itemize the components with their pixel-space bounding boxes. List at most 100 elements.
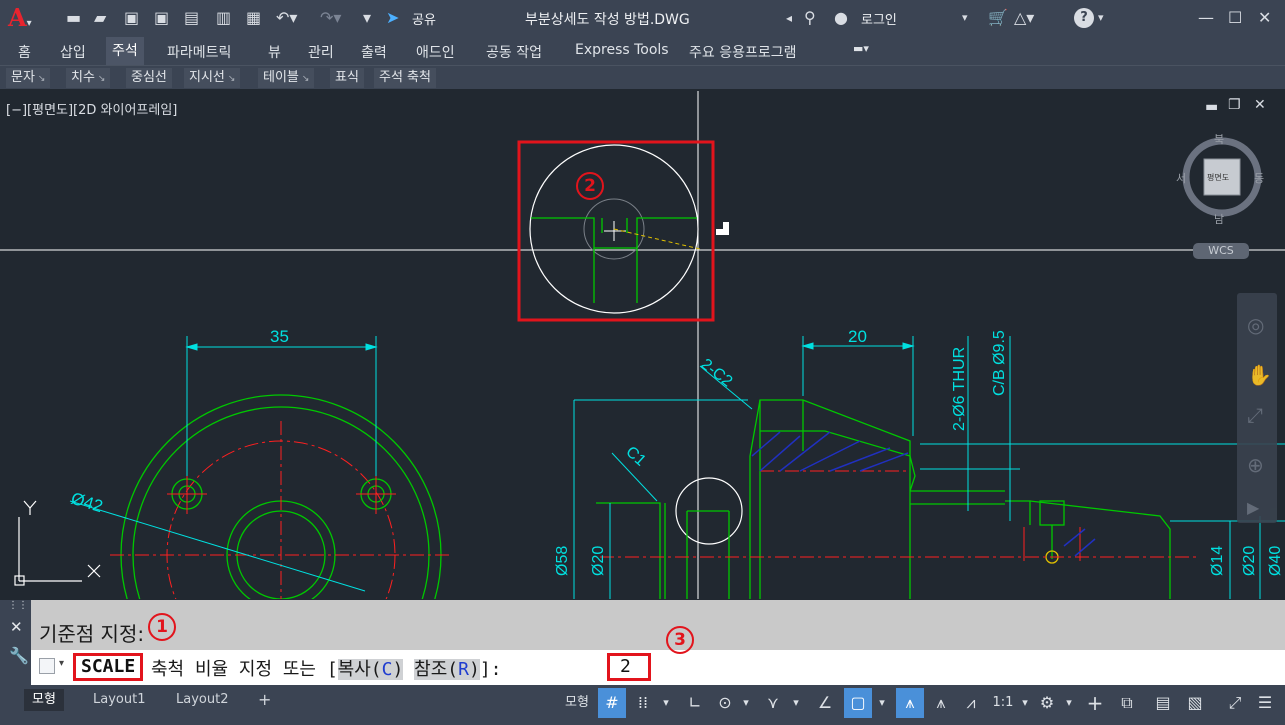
share-label[interactable]: 공유: [412, 9, 436, 28]
panel-tables[interactable]: 테이블 ↘: [258, 68, 315, 88]
navigation-bar[interactable]: ◎ ✋ ⤢ ⊕ ▶: [1237, 293, 1277, 523]
workspace-dropdown-icon[interactable]: ▾: [1062, 688, 1076, 718]
clean-screen-icon[interactable]: ▧: [1182, 688, 1208, 718]
isodraft-dropdown-icon[interactable]: ▾: [788, 688, 804, 718]
grid-icon[interactable]: #: [598, 688, 626, 718]
search-expand-icon[interactable]: ◂: [786, 8, 792, 28]
tab-express-tools[interactable]: Express Tools: [575, 42, 669, 58]
tab-insert[interactable]: 삽입: [60, 42, 86, 62]
fullscreen-icon[interactable]: ⤢: [1222, 688, 1248, 718]
annotation-scale-icon[interactable]: ⩘: [958, 688, 984, 718]
panel-text-expand-icon[interactable]: ↘: [38, 74, 46, 84]
object-snap-tracking-icon[interactable]: ∠: [812, 688, 838, 718]
tab-output[interactable]: 출력: [361, 42, 387, 62]
panel-dimensions-expand-icon[interactable]: ↘: [98, 74, 106, 84]
help-icon[interactable]: ?: [1074, 8, 1094, 28]
snap-icon[interactable]: ⁞⁞: [630, 688, 656, 718]
object-snap-icon[interactable]: ▢: [844, 688, 872, 718]
panel-leaders-expand-icon[interactable]: ↘: [228, 74, 236, 84]
tab-view[interactable]: 뷰: [268, 42, 281, 62]
drawing-canvas[interactable]: 35 Ø42 20 2-C2 C1 2-Ø6 THUR C/B Ø9.5 Ø58…: [0, 91, 1285, 599]
tab-addins[interactable]: 애드인: [416, 42, 455, 62]
showmotion-icon[interactable]: ▶: [1247, 498, 1259, 517]
help-dropdown-icon[interactable]: ▾: [1098, 8, 1104, 28]
ortho-icon[interactable]: ∟: [682, 688, 708, 718]
autodesk-a360-icon[interactable]: △▾: [1014, 8, 1034, 28]
print-icon[interactable]: ▦: [246, 8, 261, 28]
pan-hand-icon[interactable]: ✋: [1247, 363, 1272, 387]
tab-manage[interactable]: 관리: [308, 42, 334, 62]
isodraft-icon[interactable]: ⋎: [760, 688, 786, 718]
snap-dropdown-icon[interactable]: ▾: [658, 688, 674, 718]
recent-commands-dropdown-icon[interactable]: ▾: [59, 658, 64, 669]
viewport-close-icon[interactable]: ✕: [1254, 97, 1266, 113]
command-input[interactable]: ▾ SCALE 축척 비율 지정 또는 [복사(C) 참조(R)]: 2: [31, 650, 1285, 685]
export-icon[interactable]: ▥: [216, 8, 231, 28]
viewcube-north[interactable]: 북: [1214, 131, 1224, 147]
scale-factor-input[interactable]: 2: [607, 653, 651, 681]
steering-wheel-icon[interactable]: ◎: [1247, 313, 1264, 337]
viewcube-west[interactable]: 서: [1176, 170, 1186, 186]
tab-layout1[interactable]: Layout1: [85, 689, 153, 711]
workspace-gear-icon[interactable]: ⚙: [1034, 688, 1060, 718]
zoom-extents-icon[interactable]: ⤢: [1247, 403, 1263, 427]
login-button[interactable]: 로그인: [861, 9, 897, 28]
viewcube-south[interactable]: 남: [1214, 211, 1224, 227]
cad-drawing[interactable]: 35 Ø42 20 2-C2 C1 2-Ø6 THUR C/B Ø9.5 Ø58…: [0, 91, 1285, 599]
new-file-icon[interactable]: ▬: [66, 8, 81, 28]
tab-home[interactable]: 홈: [18, 42, 31, 62]
viewcube-east[interactable]: 동: [1254, 170, 1264, 186]
minimize-icon[interactable]: —: [1198, 8, 1214, 28]
close-icon[interactable]: ✕: [1258, 8, 1271, 28]
web-icon[interactable]: ▤: [184, 8, 199, 28]
orbit-icon[interactable]: ⊕: [1247, 453, 1264, 477]
viewport-controls[interactable]: [−][평면도][2D 와이어프레임]: [6, 99, 177, 118]
command-close-icon[interactable]: ✕: [10, 618, 23, 636]
search-icon[interactable]: ⚲: [804, 8, 816, 28]
panel-text[interactable]: 문자 ↘: [6, 68, 51, 88]
panel-dimensions[interactable]: 치수 ↘: [66, 68, 111, 88]
annotation-monitor-icon[interactable]: +: [1082, 688, 1108, 718]
viewcube-face-top[interactable]: 평면도: [1207, 172, 1229, 183]
save-icon[interactable]: ▣: [124, 8, 139, 28]
login-dropdown-icon[interactable]: ▾: [962, 8, 968, 28]
option-copy[interactable]: 복사(C): [337, 659, 404, 680]
polar-icon[interactable]: ⊙: [712, 688, 738, 718]
annotation-scale-value[interactable]: 1:1: [988, 688, 1018, 718]
ribbon-minimize-icon[interactable]: ▬▾: [853, 42, 869, 55]
customization-menu-icon[interactable]: ☰: [1252, 688, 1278, 718]
annotation-visibility-icon[interactable]: ⩚: [896, 688, 924, 718]
model-space-button[interactable]: 모형: [558, 688, 596, 718]
user-icon[interactable]: ●: [834, 8, 848, 28]
customize-wrench-icon[interactable]: 🔧: [9, 646, 29, 665]
viewcube[interactable]: 북 남 동 서 평면도: [1176, 133, 1264, 226]
redo-icon[interactable]: ↷▾: [320, 8, 341, 28]
scale-dropdown-icon[interactable]: ▾: [1018, 688, 1032, 718]
open-folder-icon[interactable]: ▰: [94, 8, 106, 28]
hardware-acceleration-icon[interactable]: ▤: [1150, 688, 1176, 718]
command-line-handle[interactable]: ⋮⋮⋮ ✕ 🔧: [0, 600, 38, 685]
panel-markup[interactable]: 표식: [330, 68, 364, 88]
autocad-logo-icon[interactable]: A▾: [8, 5, 32, 37]
save-as-icon[interactable]: ▣: [154, 8, 169, 28]
wcs-menu[interactable]: WCS: [1193, 243, 1249, 259]
tab-annotate[interactable]: 주석: [106, 37, 144, 65]
undo-icon[interactable]: ↶▾: [276, 8, 297, 28]
panel-annotation-scaling[interactable]: 주석 축척: [374, 68, 436, 88]
panel-leaders[interactable]: 지시선 ↘: [184, 68, 241, 88]
quick-access-dropdown-icon[interactable]: ▾: [363, 8, 371, 28]
share-icon[interactable]: ➤: [386, 8, 399, 28]
tab-model[interactable]: 모형: [24, 689, 64, 711]
tab-layout2[interactable]: Layout2: [168, 689, 236, 711]
panel-tables-expand-icon[interactable]: ↘: [302, 74, 310, 84]
tab-parametric[interactable]: 파라메트릭: [167, 42, 231, 62]
maximize-icon[interactable]: ☐: [1228, 8, 1242, 28]
detail-zoom-area[interactable]: [529, 144, 729, 314]
viewport-restore-icon[interactable]: ❐: [1228, 97, 1241, 113]
isolate-objects-icon[interactable]: ⧉: [1114, 688, 1140, 718]
viewport-minimize-icon[interactable]: ▬: [1205, 99, 1218, 115]
object-snap-dropdown-icon[interactable]: ▾: [874, 688, 890, 718]
auto-scale-icon[interactable]: ⩚: [928, 688, 954, 718]
recent-commands-icon[interactable]: [39, 658, 55, 674]
cart-icon[interactable]: 🛒: [988, 8, 1008, 28]
